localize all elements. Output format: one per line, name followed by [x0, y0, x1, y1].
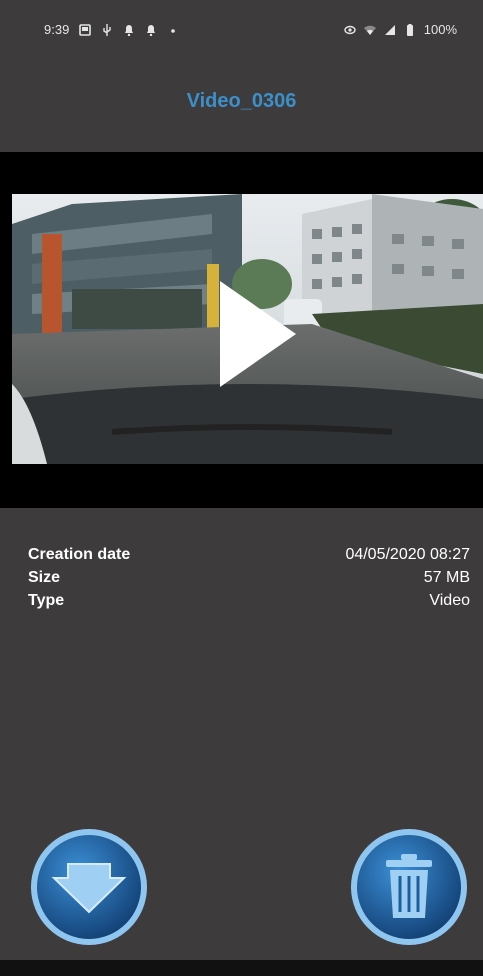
- gallery-icon: [79, 23, 92, 36]
- wifi-icon: [363, 25, 376, 35]
- detail-value: 04/05/2020 08:27: [345, 546, 470, 563]
- detail-label: Creation date: [28, 546, 131, 563]
- notification-icon: [125, 24, 134, 36]
- detail-label: Type: [28, 592, 65, 609]
- detail-row-type: Type Video: [28, 589, 470, 612]
- download-arrow-icon: [31, 829, 147, 945]
- video-player[interactable]: [0, 152, 483, 508]
- page-title: Video_0306: [186, 90, 297, 112]
- trash-icon: [351, 829, 467, 945]
- detail-row-size: Size 57 MB: [28, 566, 470, 589]
- video-thumbnail: [12, 194, 483, 464]
- notification-icon: [147, 24, 156, 36]
- detail-label: Size: [28, 569, 61, 586]
- status-right: 100%: [344, 22, 457, 37]
- battery-icon: [406, 23, 413, 36]
- file-details: Creation date 04/05/2020 08:27 Size 57 M…: [28, 543, 470, 612]
- signal-icon: [384, 24, 395, 35]
- delete-button[interactable]: [348, 826, 470, 948]
- detail-value: 57 MB: [423, 569, 470, 586]
- download-button[interactable]: [28, 826, 150, 948]
- eye-icon: [344, 25, 356, 34]
- detail-row-creation-date: Creation date 04/05/2020 08:27: [28, 543, 470, 566]
- battery-percentage: 100%: [423, 22, 457, 37]
- status-time: 9:39: [44, 22, 70, 37]
- detail-value: Video: [429, 592, 470, 609]
- status-left: 9:39: [44, 22, 179, 37]
- navigation-bar: [0, 960, 483, 976]
- dot-icon: [171, 28, 176, 33]
- play-icon[interactable]: [218, 279, 298, 389]
- usb-icon: [103, 23, 112, 36]
- status-bar: 9:39 100%: [0, 0, 483, 52]
